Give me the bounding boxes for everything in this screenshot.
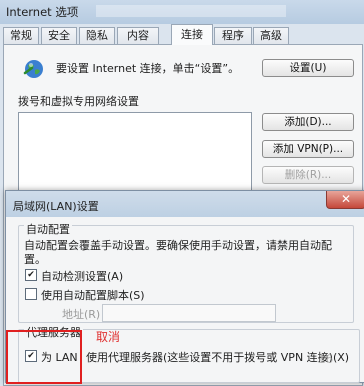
auto-config-description-line1: 自动配置会覆盖手动设置。要确保使用手动设置，请禁用自动配 <box>24 239 332 252</box>
auto-config-description-line2: 置。 <box>24 253 46 266</box>
auto-config-heading: 自动配置 <box>24 221 72 237</box>
tab-connections[interactable]: 连接 <box>171 24 213 45</box>
globe-icon <box>23 60 43 78</box>
tab-security[interactable]: 安全 <box>41 27 77 44</box>
setup-instruction: 要设置 Internet 连接，单击“设置”。 <box>56 62 240 75</box>
watermark: 16 <box>318 352 334 366</box>
delete-button[interactable]: 删除(R)... <box>262 166 354 184</box>
dialup-section-label: 拨号和虚拟专用网络设置 <box>18 95 139 108</box>
add-button[interactable]: 添加(D)... <box>262 113 354 131</box>
tab-programs[interactable]: 程序 <box>214 27 252 44</box>
use-script-checkbox[interactable] <box>25 288 37 300</box>
address-label: 地址(R) <box>62 308 101 321</box>
tab-general[interactable]: 常规 <box>3 27 39 44</box>
use-proxy-label: 使用代理服务器(这些设置不用于拨号或 VPN 连接)(X) <box>86 351 350 364</box>
tab-advanced[interactable]: 高级 <box>253 27 289 44</box>
tab-strip: 常规 安全 隐私 内容 连接 程序 高级 <box>0 24 364 45</box>
tab-privacy[interactable]: 隐私 <box>79 27 115 44</box>
highlight-box <box>6 330 82 384</box>
lan-dialog-title: 局域网(LAN)设置 <box>13 200 99 213</box>
dialup-connection-list[interactable] <box>18 112 252 194</box>
add-vpn-button[interactable]: 添加 VPN(P)... <box>262 140 354 158</box>
use-script-label: 使用自动配置脚本(S) <box>41 289 145 302</box>
cancel-annotation: 取消 <box>96 330 121 344</box>
address-input[interactable] <box>102 304 276 322</box>
setup-button[interactable]: 设置(U) <box>262 59 354 77</box>
blurred-region <box>96 5 286 17</box>
tab-content[interactable]: 内容 <box>117 27 159 44</box>
window-title: Internet 选项 <box>6 5 79 19</box>
auto-detect-label: 自动检测设置(A) <box>41 270 124 283</box>
close-icon[interactable]: ✕ <box>326 191 364 209</box>
auto-detect-checkbox[interactable]: ✔ <box>25 269 37 281</box>
